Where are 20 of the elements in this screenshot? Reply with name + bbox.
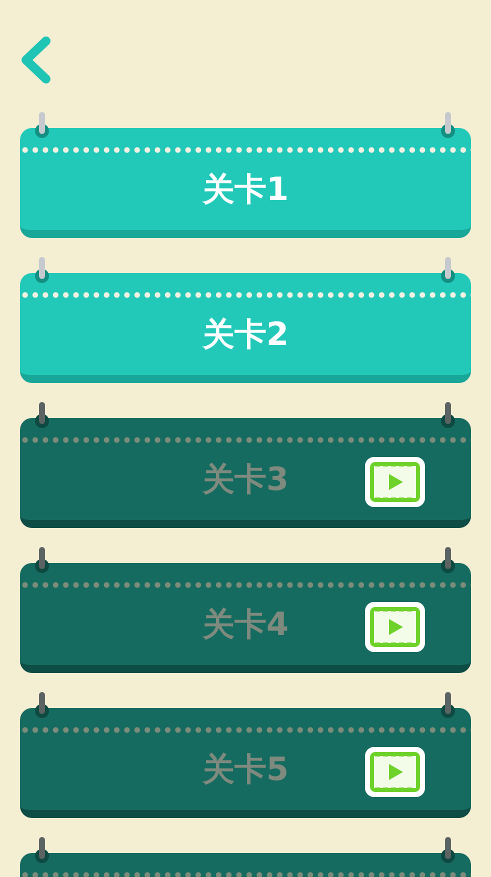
video-icon [365,747,425,797]
level-card[interactable]: 关卡4 [20,563,471,673]
pin-icon [441,257,455,283]
pin-icon [35,402,49,428]
level-card[interactable]: 关卡5 [20,708,471,818]
pin-icon [35,547,49,573]
pin-icon [441,837,455,863]
video-icon [365,457,425,507]
level-card[interactable]: 关卡1 [20,128,471,238]
pin-icon [441,547,455,573]
pin-icon [35,257,49,283]
pin-icon [441,692,455,718]
pin-icon [35,112,49,138]
pin-icon [35,837,49,863]
level-card[interactable]: 关卡2 [20,273,471,383]
level-card[interactable]: 关卡3 [20,418,471,528]
pin-icon [441,402,455,428]
video-icon [365,602,425,652]
pin-icon [441,112,455,138]
pin-icon [35,692,49,718]
